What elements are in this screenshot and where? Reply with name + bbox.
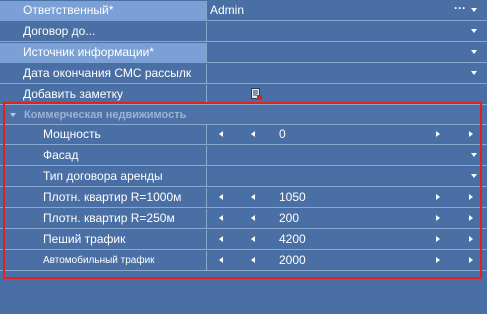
increment-fast-icon[interactable] bbox=[469, 194, 473, 200]
increment-fast-icon[interactable] bbox=[469, 215, 473, 221]
increment-icon[interactable] bbox=[436, 236, 440, 242]
property-row-info-source[interactable]: Источник информации* bbox=[0, 43, 487, 63]
spin-editor-foot-traffic[interactable]: 4200 bbox=[206, 230, 485, 250]
decrement-fast-icon[interactable] bbox=[219, 215, 223, 221]
decrement-icon[interactable] bbox=[251, 215, 255, 221]
property-label-lease-type: Тип договора аренды bbox=[43, 169, 163, 183]
property-label-info-source: Источник информации* bbox=[0, 43, 206, 63]
increment-icon[interactable] bbox=[436, 131, 440, 137]
property-label-contract: Договор до... bbox=[23, 24, 96, 38]
property-row-sms-end-date[interactable]: Дата окончания СМС рассылк bbox=[0, 64, 487, 84]
increment-icon[interactable] bbox=[436, 257, 440, 263]
property-value-contract[interactable] bbox=[206, 22, 485, 42]
property-label-density-250: Плотн. квартир R=250м bbox=[43, 211, 175, 225]
property-label-responsible: Ответственный* bbox=[0, 1, 206, 21]
decrement-fast-icon[interactable] bbox=[219, 236, 223, 242]
increment-icon[interactable] bbox=[436, 194, 440, 200]
dropdown-arrow-icon[interactable] bbox=[471, 153, 477, 157]
property-row-add-note[interactable]: Добавить заметку bbox=[0, 85, 487, 105]
property-row-lease-type[interactable]: Тип договора аренды bbox=[0, 167, 487, 187]
spin-editor-power[interactable]: 0 bbox=[206, 125, 485, 145]
property-label-density-1000: Плотн. квартир R=1000м bbox=[43, 190, 182, 204]
property-value-responsible[interactable]: Admin ··· bbox=[206, 1, 485, 21]
property-label-sms-end-date: Дата окончания СМС рассылк bbox=[23, 66, 192, 80]
decrement-icon[interactable] bbox=[251, 194, 255, 200]
dropdown-arrow-icon[interactable] bbox=[471, 71, 477, 75]
property-label-add-note: Добавить заметку bbox=[23, 87, 123, 101]
spin-value[interactable]: 2000 bbox=[279, 251, 306, 271]
dropdown-arrow-icon[interactable] bbox=[471, 29, 477, 33]
property-value-facade[interactable] bbox=[206, 146, 485, 166]
increment-fast-icon[interactable] bbox=[469, 131, 473, 137]
decrement-icon[interactable] bbox=[251, 131, 255, 137]
property-row-power[interactable]: Мощность 0 bbox=[0, 125, 487, 145]
spin-editor-car-traffic[interactable]: 2000 bbox=[206, 251, 485, 271]
spin-editor-density-250[interactable]: 200 bbox=[206, 209, 485, 229]
dropdown-arrow-icon[interactable] bbox=[471, 8, 477, 12]
property-row-car-traffic[interactable]: Автомобильный трафик 2000 bbox=[0, 251, 487, 271]
property-value-add-note[interactable] bbox=[206, 85, 485, 105]
property-label-facade: Фасад bbox=[43, 148, 79, 162]
property-label-car-traffic: Автомобильный трафик bbox=[43, 255, 155, 266]
dropdown-arrow-icon[interactable] bbox=[471, 174, 477, 178]
spin-value[interactable]: 200 bbox=[279, 209, 299, 229]
property-row-density-250[interactable]: Плотн. квартир R=250м 200 bbox=[0, 209, 487, 229]
increment-fast-icon[interactable] bbox=[469, 236, 473, 242]
collapse-triangle-icon[interactable] bbox=[10, 113, 16, 117]
note-icon[interactable] bbox=[251, 88, 262, 100]
increment-icon[interactable] bbox=[436, 215, 440, 221]
property-label-power: Мощность bbox=[43, 127, 101, 141]
spin-value[interactable]: 1050 bbox=[279, 188, 306, 208]
property-value-sms-end-date[interactable] bbox=[206, 64, 485, 84]
spin-editor-density-1000[interactable]: 1050 bbox=[206, 188, 485, 208]
property-row-facade[interactable]: Фасад bbox=[0, 146, 487, 166]
dropdown-arrow-icon[interactable] bbox=[471, 50, 477, 54]
property-row-contract[interactable]: Договор до... bbox=[0, 22, 487, 42]
property-row-foot-traffic[interactable]: Пеший трафик 4200 bbox=[0, 230, 487, 250]
spin-value[interactable]: 0 bbox=[279, 125, 286, 145]
group-header-commercial[interactable]: Коммерческая недвижимость bbox=[0, 105, 487, 125]
decrement-fast-icon[interactable] bbox=[219, 257, 223, 263]
property-label-foot-traffic: Пеший трафик bbox=[43, 232, 126, 246]
increment-fast-icon[interactable] bbox=[469, 257, 473, 263]
property-row-responsible[interactable]: Ответственный* Admin ··· bbox=[0, 1, 487, 21]
decrement-icon[interactable] bbox=[251, 236, 255, 242]
spin-value[interactable]: 4200 bbox=[279, 230, 306, 250]
group-title: Коммерческая недвижимость bbox=[24, 109, 187, 121]
decrement-icon[interactable] bbox=[251, 257, 255, 263]
decrement-fast-icon[interactable] bbox=[219, 131, 223, 137]
ellipsis-button[interactable]: ··· bbox=[454, 1, 466, 21]
property-value-lease-type[interactable] bbox=[206, 167, 485, 187]
property-row-density-1000[interactable]: Плотн. квартир R=1000м 1050 bbox=[0, 188, 487, 208]
decrement-fast-icon[interactable] bbox=[219, 194, 223, 200]
property-value-info-source[interactable] bbox=[206, 43, 485, 63]
responsible-value-text: Admin bbox=[210, 3, 245, 17]
property-grid: Ответственный* Admin ··· Договор до... И… bbox=[0, 0, 487, 314]
